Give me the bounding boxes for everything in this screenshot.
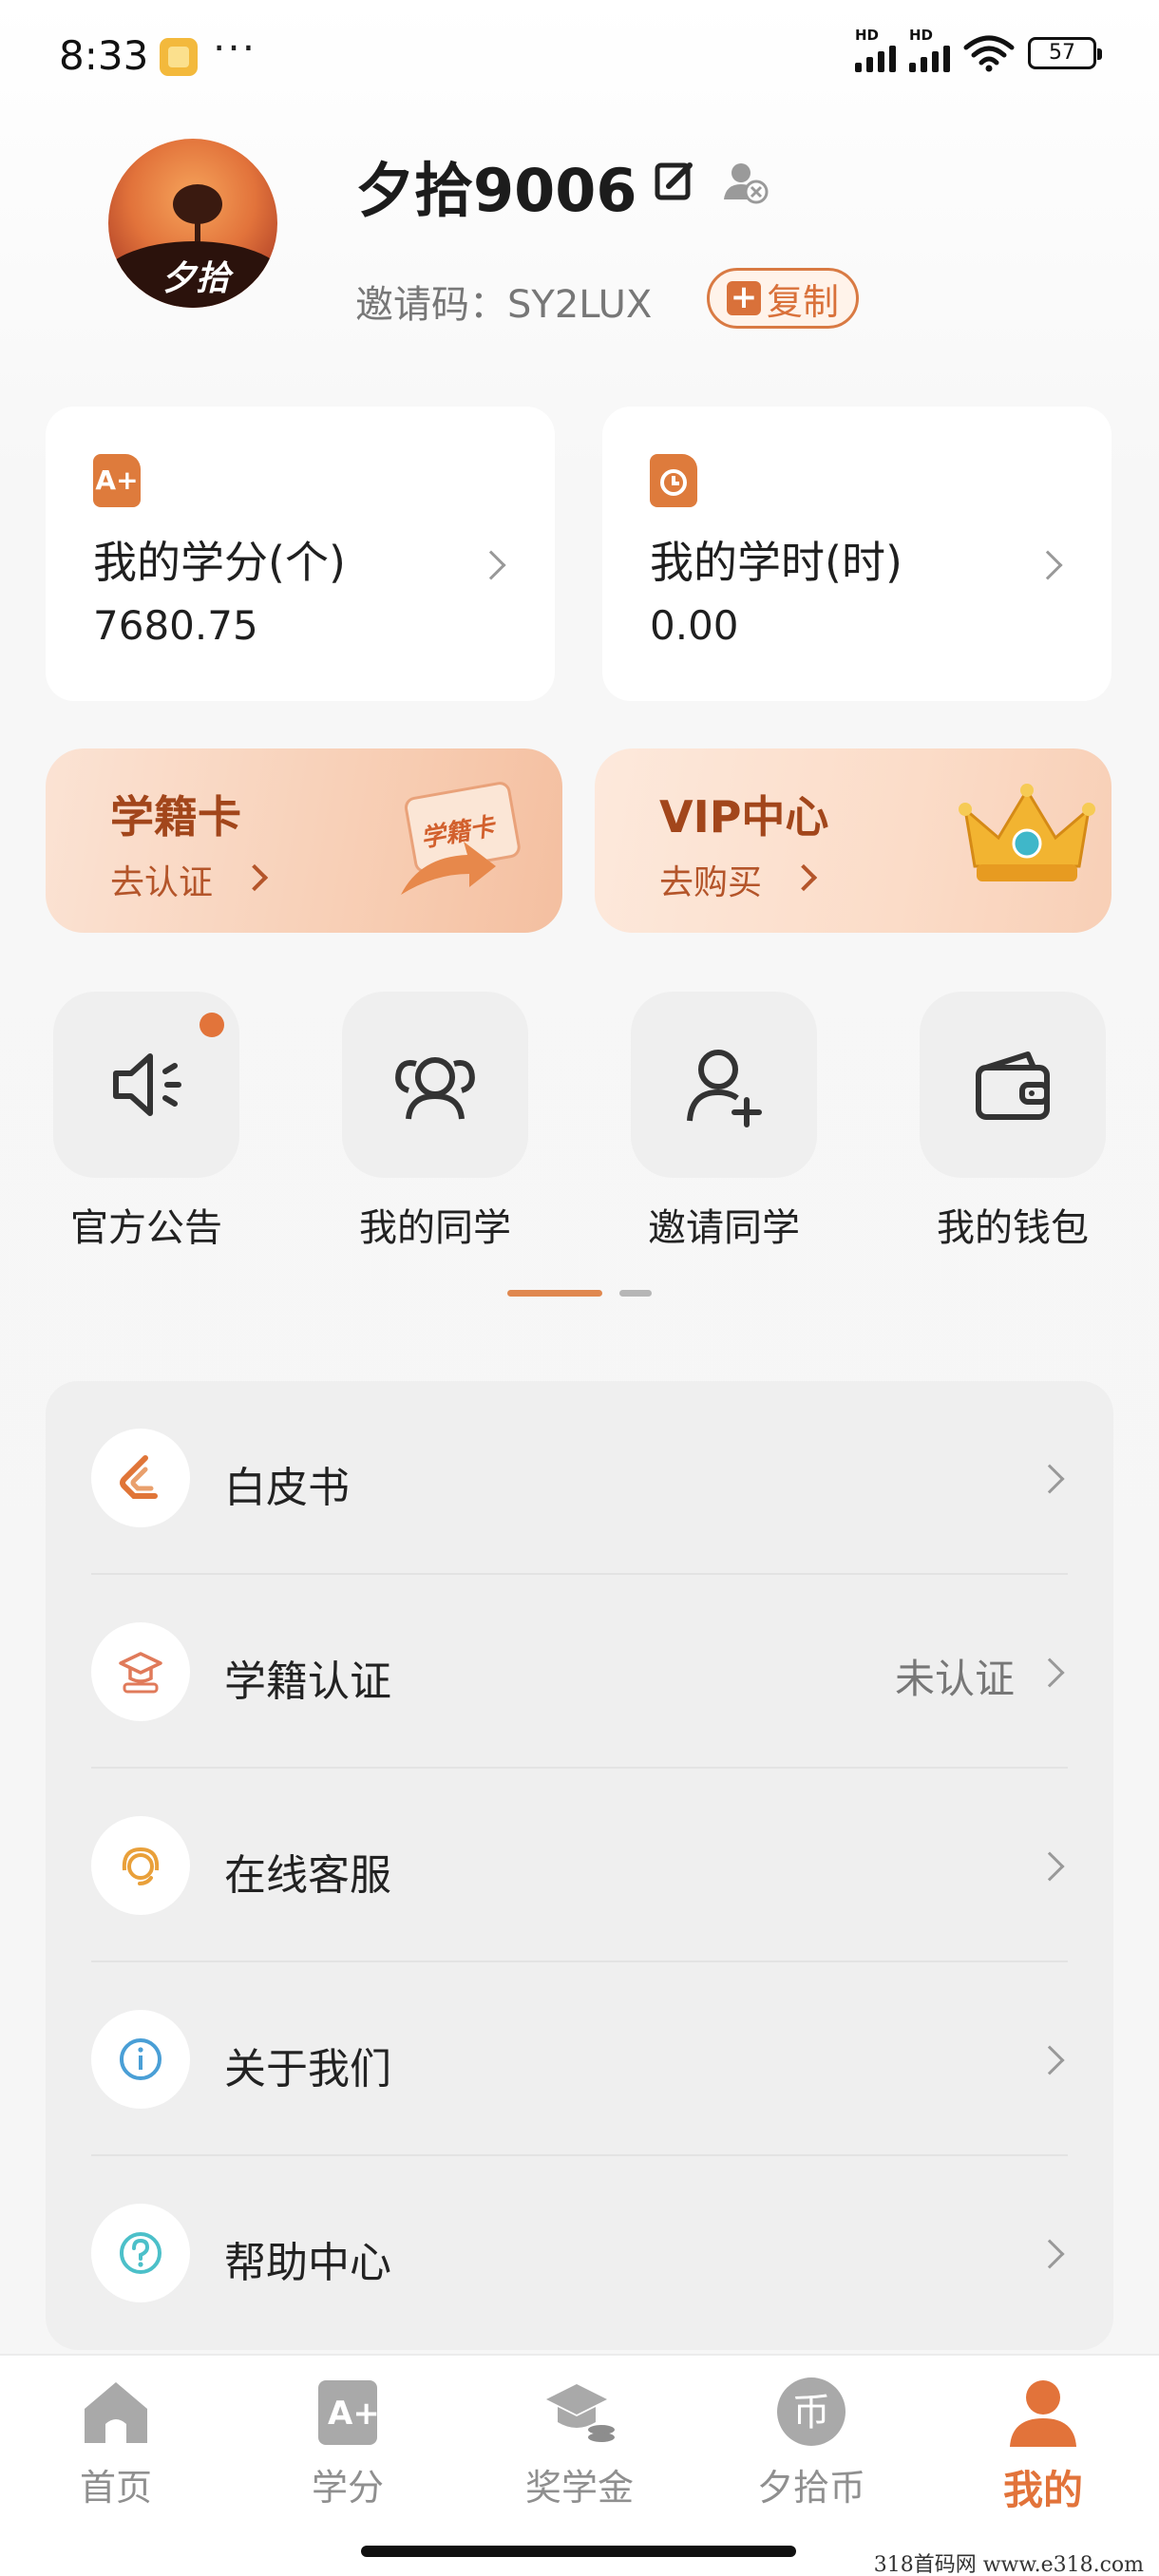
whitepaper-icon [120,1455,158,1499]
crown-icon [959,784,1095,881]
invite-classmates-action[interactable]: 邀请同学 [631,992,817,1252]
battery-icon: 57 [1028,37,1102,69]
menu-item-student-verification[interactable]: 学籍认证 未认证 [46,1575,1113,1769]
menu-item-whitepaper[interactable]: 白皮书 [46,1381,1113,1575]
vip-center-promo[interactable]: VIP中心 去购买 [595,748,1112,933]
graduation-cap-icon [119,1652,162,1694]
promo-title: VIP中心 [659,791,829,843]
credit-tab-icon: A+ [318,2380,380,2445]
menu-item-about-us[interactable]: 关于我们 [46,1962,1113,2156]
chevron-right-icon [1035,1464,1065,1494]
copy-button[interactable]: + 复制 [707,268,859,329]
edit-icon[interactable] [654,160,695,201]
menu-label: 白皮书 [224,1464,350,1512]
classmates-action[interactable]: 我的同学 [342,992,528,1252]
action-label: 我的同学 [359,1206,511,1250]
announcements-action[interactable]: 官方公告 [53,992,239,1252]
chevron-right-icon [1033,550,1063,580]
scholarship-icon [546,2384,615,2442]
speaker-icon [113,1053,181,1116]
account-switch-icon[interactable] [722,158,770,205]
promo-title: 学籍卡 [110,791,241,843]
bottom-tab-bar: 首页 A+ 学分 奖学金 币 夕拾币 我的 [0,2354,1159,2576]
profile-page: 8:33 ··· HD HD 57 夕拾 夕拾9006 邀请码：SY2LUX +… [0,0,1159,2576]
menu-label: 学籍认证 [224,1657,391,1706]
tab-credits[interactable]: A+ 学分 [272,2375,424,2510]
action-label: 我的钱包 [937,1206,1089,1250]
promo-action: 去购买 [659,863,763,902]
credits-value: 7680.75 [93,602,258,649]
menu-label: 在线客服 [224,1851,391,1900]
tab-scholarship[interactable]: 奖学金 [504,2375,656,2510]
student-card-promo[interactable]: 学籍卡 去认证 学籍卡 [46,748,562,933]
add-person-icon [687,1050,762,1127]
chevron-right-icon [1035,1657,1065,1688]
svg-text:A+: A+ [328,2395,380,2433]
wifi-icon [963,35,1015,72]
status-time: 8:33 [59,32,149,79]
credits-card[interactable]: A+ 我的学分(个) 7680.75 [46,407,555,701]
signal-icon-2: HD [909,27,950,72]
chevron-right-icon [240,863,269,892]
copy-icon: + [726,281,761,315]
hours-value: 0.00 [650,602,739,649]
help-icon [120,2232,162,2274]
menu-label: 帮助中心 [224,2239,391,2287]
action-label: 邀请同学 [648,1206,800,1250]
promo-action: 去认证 [110,863,214,902]
chevron-right-icon [476,550,506,580]
wallet-icon [976,1051,1050,1120]
page-indicator [507,1290,652,1297]
info-icon [120,2038,162,2080]
profile-icon [1010,2380,1076,2447]
copy-label: 复制 [766,280,839,323]
clock-icon [650,454,697,507]
avatar[interactable]: 夕拾 [108,139,277,308]
username: 夕拾9006 [355,156,637,225]
home-indicator[interactable] [361,2546,796,2557]
tab-xishi-coin[interactable]: 币 夕拾币 [735,2375,887,2510]
credit-icon: A+ [93,454,141,507]
student-card-illustration: 学籍卡 [401,782,521,895]
headset-icon [122,1847,160,1885]
menu-item-help-center[interactable]: 帮助中心 [46,2156,1113,2350]
credits-label: 我的学分(个) [93,537,346,588]
watermark: 318首码网 www.e318.com [867,2546,1150,2576]
more-notifications-icon: ··· [213,25,257,71]
invite-code: 邀请码：SY2LUX [355,283,653,327]
signal-icon: HD [855,27,896,72]
action-label: 官方公告 [70,1206,222,1250]
tab-home[interactable]: 首页 [40,2375,192,2510]
notification-app-icon [160,38,198,76]
menu-item-customer-service[interactable]: 在线客服 [46,1769,1113,1962]
chevron-right-icon [1035,2239,1065,2269]
hours-label: 我的学时(时) [650,537,902,588]
hours-card[interactable]: 我的学时(时) 0.00 [602,407,1112,701]
settings-menu: 白皮书 学籍认证 未认证 在线客服 关于我们 帮助中心 [46,1381,1113,2350]
chevron-right-icon [1035,1851,1065,1882]
status-bar: 8:33 ··· HD HD 57 [0,0,1159,114]
tab-me[interactable]: 我的 [967,2375,1119,2516]
svg-text:币: 币 [792,2391,830,2434]
chevron-right-icon [789,863,818,892]
menu-label: 关于我们 [224,2045,391,2093]
avatar-signature: 夕拾 [162,258,231,298]
wallet-action[interactable]: 我的钱包 [920,992,1106,1252]
unread-dot [200,1013,224,1037]
verification-status: 未认证 [894,1656,1015,1702]
classmates-icon [395,1057,475,1120]
home-icon [85,2382,147,2443]
coin-icon: 币 [777,2377,846,2446]
chevron-right-icon [1035,2045,1065,2075]
